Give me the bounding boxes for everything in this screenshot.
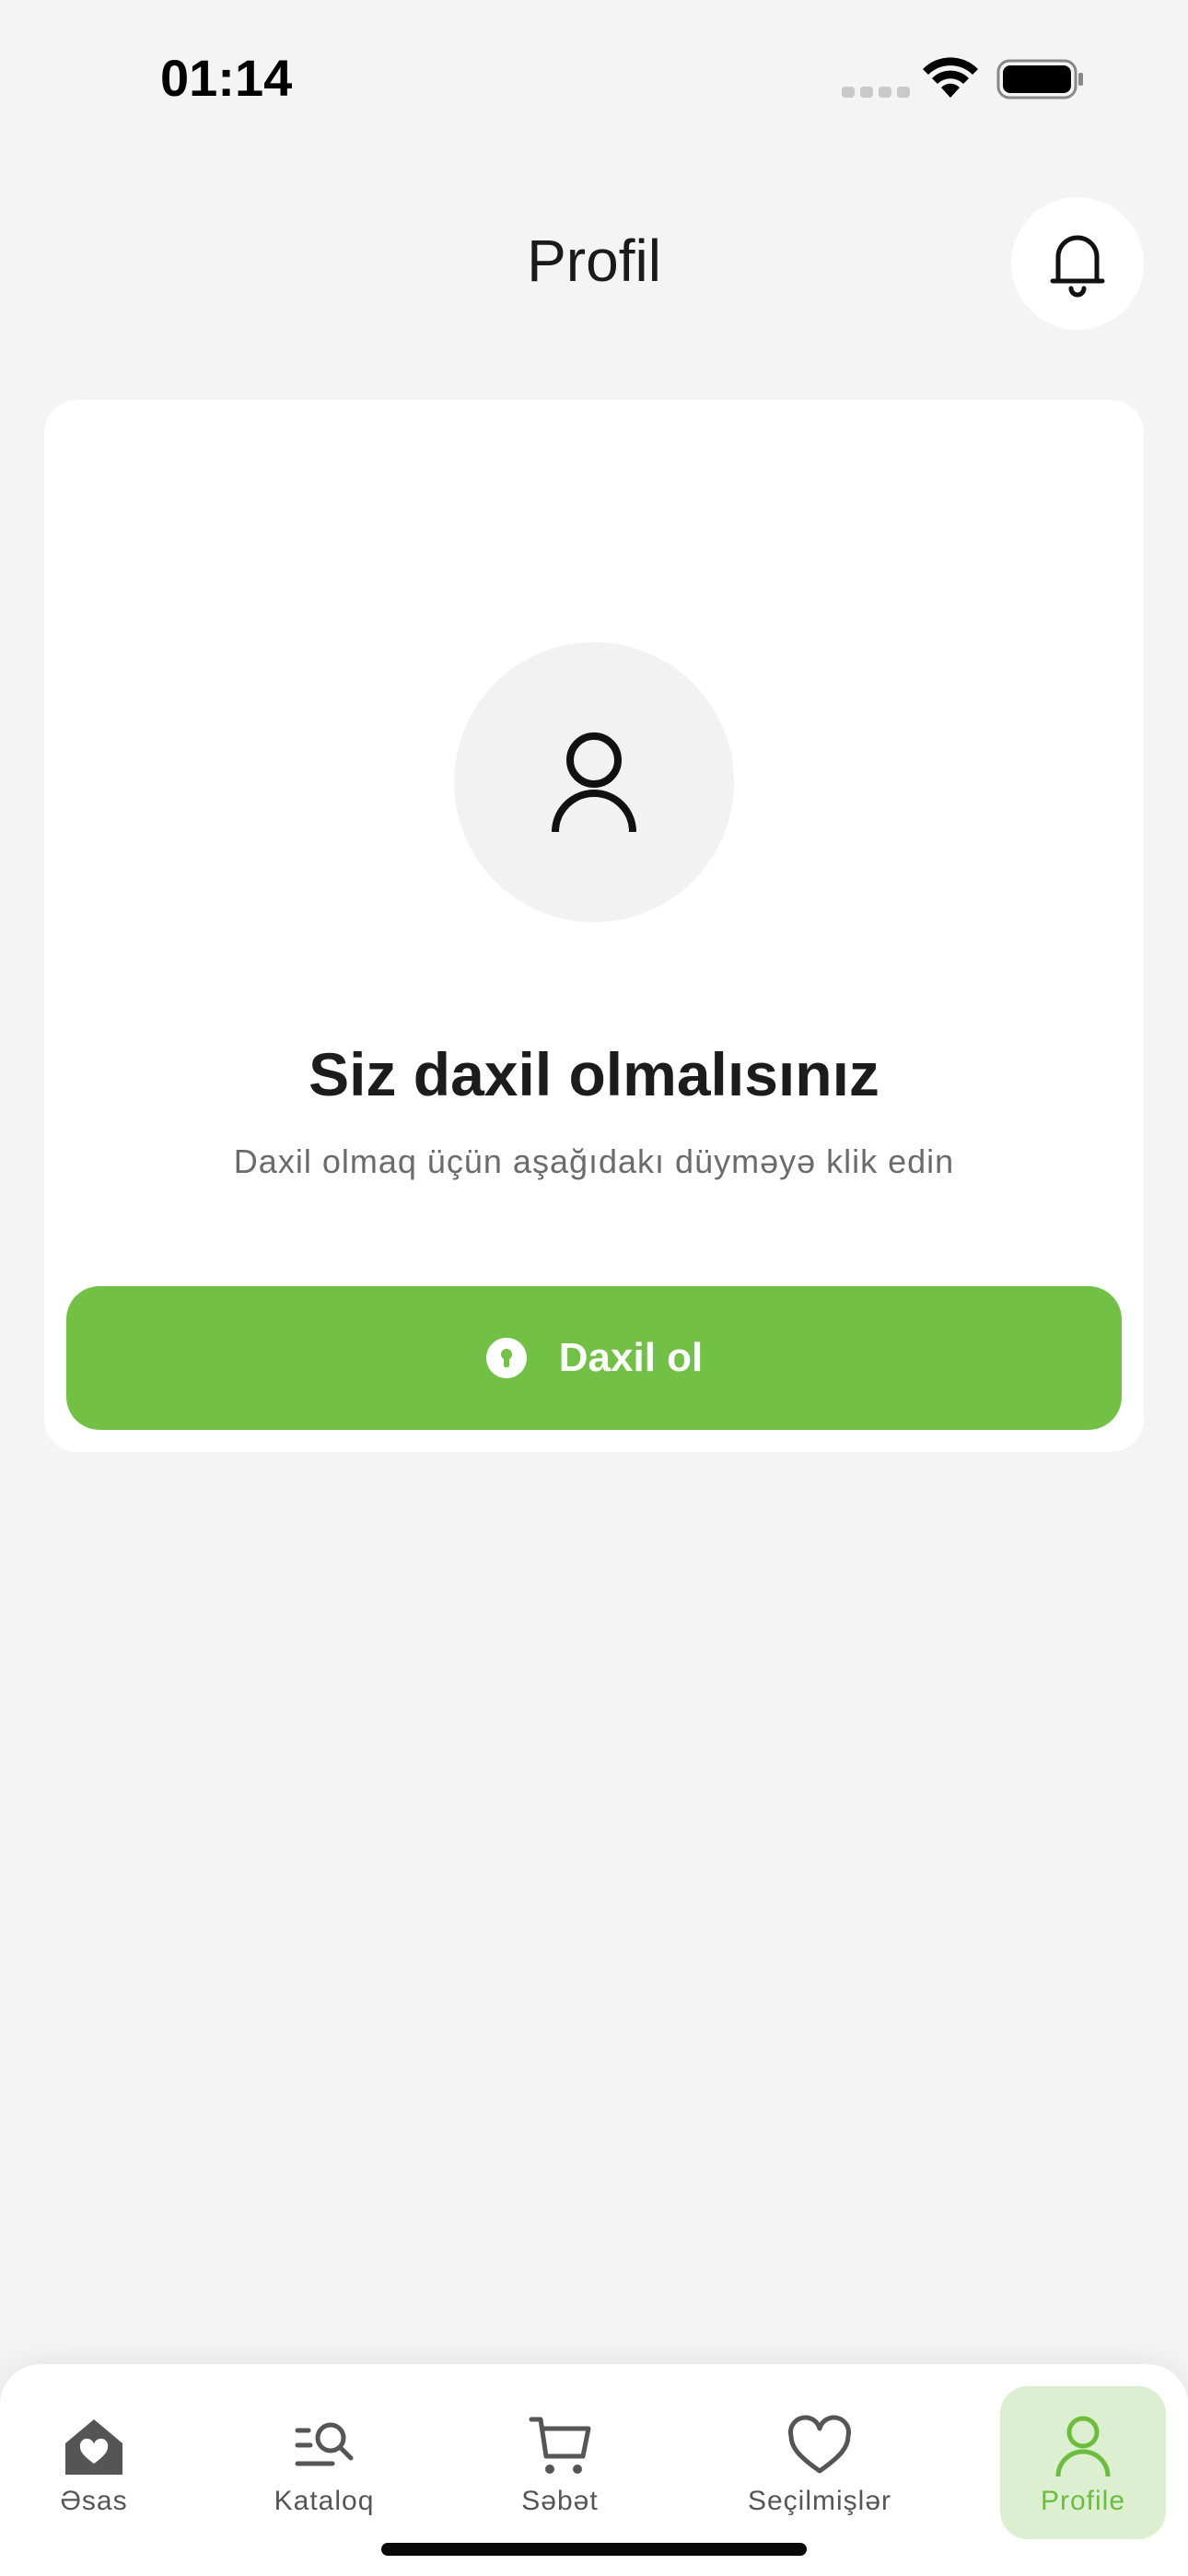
login-required-title: Siz daxil olmalısınız	[309, 1040, 879, 1108]
lock-circle-icon	[485, 1338, 527, 1378]
nav-label-home: Əsas	[60, 2486, 128, 2516]
user-icon	[1055, 2416, 1111, 2477]
page-title: Profil	[527, 228, 661, 294]
status-time: 01:14	[160, 49, 293, 107]
nav-item-profile[interactable]: Profile	[1000, 2386, 1166, 2539]
nav-label-catalog: Kataloq	[274, 2486, 375, 2516]
catalog-search-icon	[295, 2422, 354, 2466]
home-heart-icon	[65, 2419, 122, 2475]
nav-item-home[interactable]: Əsas	[28, 2386, 160, 2539]
notification-button[interactable]	[1011, 197, 1144, 330]
wifi-icon	[923, 57, 978, 98]
nav-item-favorites[interactable]: Seçilmişlər	[728, 2386, 912, 2539]
login-required-subtitle: Daxil olmaq üçün aşağıdakı düyməyə klik …	[233, 1142, 955, 1180]
status-bar: 01:14	[0, 0, 1188, 157]
user-icon	[552, 732, 636, 833]
heart-icon	[788, 2415, 851, 2474]
nav-label-profile: Profile	[1040, 2486, 1126, 2516]
login-card: Siz daxil olmalısınız Daxil olmaq üçün a…	[44, 400, 1144, 1452]
home-indicator	[381, 2543, 807, 2556]
nav-item-catalog[interactable]: Kataloq	[258, 2386, 390, 2539]
avatar	[454, 642, 734, 922]
nav-label-favorites: Seçilmişlər	[747, 2486, 892, 2516]
login-button[interactable]: Daxil ol	[66, 1286, 1122, 1430]
cart-icon	[529, 2417, 591, 2474]
login-button-label: Daxil ol	[558, 1335, 704, 1380]
battery-icon	[996, 59, 1083, 100]
bell-icon	[1050, 235, 1105, 298]
signal-dots-icon	[842, 87, 910, 98]
nav-item-cart[interactable]: Səbət	[494, 2386, 626, 2539]
nav-label-cart: Səbət	[521, 2486, 599, 2516]
